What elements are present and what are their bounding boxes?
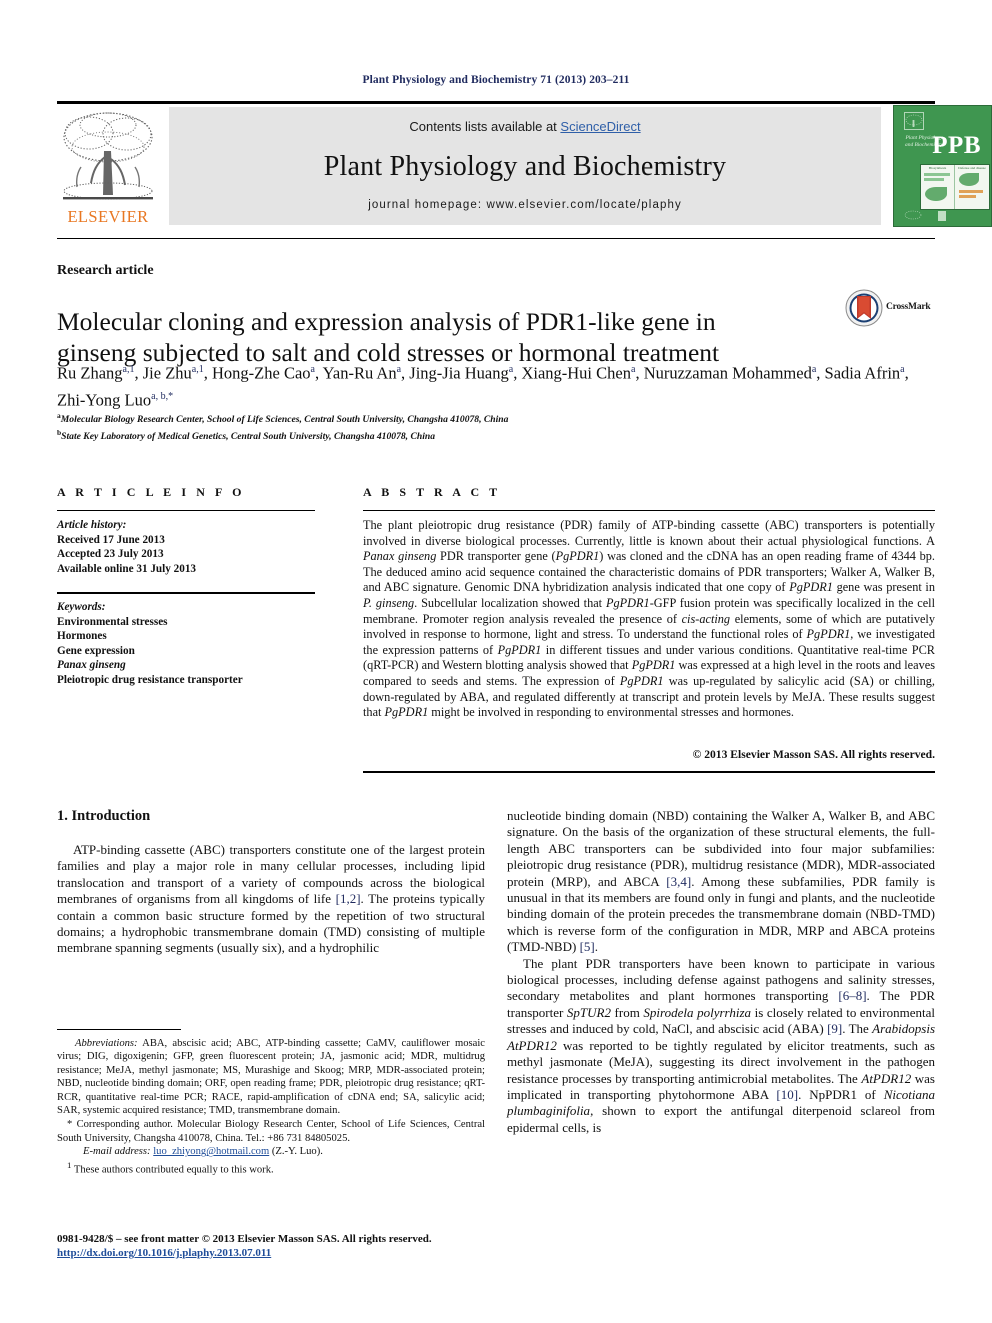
- corresponding-marker: *: [67, 1119, 73, 1131]
- author-affiliation-mark: a,1: [122, 364, 135, 375]
- cover-fig-left-caption: Biosynthesis: [928, 166, 947, 170]
- author-name: Zhi-Yong Luo: [57, 390, 152, 409]
- footnote-email: E-mail address: luo_zhiyong@hotmail.com …: [57, 1145, 485, 1158]
- author-name: Jing-Jia Huang: [409, 363, 509, 383]
- body-column-right: nucleotide binding domain (NBD) containi…: [507, 808, 935, 1136]
- keyword-items: Environmental stresses Hormones Gene expre…: [57, 615, 315, 688]
- email-label: E-mail address:: [83, 1146, 151, 1158]
- corresponding-text: Corresponding author. Molecular Biology …: [57, 1119, 485, 1144]
- abstract-label: A B S T R A C T: [363, 485, 501, 499]
- journal-masthead: ELSEVIER Contents lists available at Sci…: [57, 105, 992, 227]
- cover-mark: PPB: [932, 132, 981, 159]
- author-affiliation-mark: a: [900, 364, 905, 375]
- footnote-abbreviations: Abbreviations: ABA, abscisic acid; ABC, …: [57, 1037, 485, 1117]
- affiliation-list: aMolecular Biology Research Center, Scho…: [57, 409, 917, 443]
- keywords: Keywords: Environmental stresses Hormones…: [57, 600, 315, 687]
- body-column-left: 1. Introduction ATP-binding cassette (AB…: [57, 808, 485, 957]
- cover-footer-marks-icon: [904, 209, 950, 221]
- author-name: Sadia Afrin: [824, 363, 901, 383]
- article-history-item: Accepted 23 July 2013: [57, 548, 164, 560]
- article-history-item: Received 17 June 2013: [57, 533, 165, 546]
- abstract-rule-top: [363, 510, 935, 511]
- elsevier-logo: ELSEVIER: [57, 105, 159, 227]
- cover-fig-right-caption: Defense and disease: [958, 166, 986, 170]
- affiliation-item: bState Key Laboratory of Medical Genetic…: [57, 428, 435, 443]
- author-affiliation-mark: a: [310, 364, 315, 375]
- affiliation-item: aMolecular Biology Research Center, Scho…: [57, 411, 509, 426]
- journal-title: Plant Physiology and Biochemistry: [323, 151, 727, 182]
- journal-homepage[interactable]: journal homepage: www.elsevier.com/locat…: [169, 199, 881, 211]
- author-name: Ru Zhang: [57, 363, 123, 383]
- article-history-item: Available online 31 July 2013: [57, 562, 197, 575]
- crossmark-badge[interactable]: CrossMark: [845, 289, 937, 329]
- email-link[interactable]: luo_zhiyong@hotmail.com: [153, 1146, 269, 1157]
- cover-figure: Biosynthesis Defense and disease: [920, 164, 990, 210]
- crossmark-label: CrossMark: [886, 302, 931, 312]
- doi-link[interactable]: http://dx.doi.org/10.1016/j.plaphy.2013.…: [57, 1247, 271, 1259]
- abstract-text: The plant pleiotropic drug resistance (P…: [363, 518, 935, 720]
- author-affiliation-mark: a: [811, 364, 817, 375]
- sciencedirect-link[interactable]: ScienceDirect: [560, 119, 640, 134]
- keyword-item: Gene expression: [57, 644, 135, 657]
- keywords-label: Keywords:: [57, 601, 106, 613]
- issn-line: 0981-9428/$ – see front matter © 2013 El…: [57, 1233, 432, 1245]
- article-info-rule-mid: [57, 592, 315, 594]
- author-affiliation-mark: a: [396, 364, 402, 375]
- article-info-label: A R T I C L E I N F O: [57, 485, 246, 499]
- email-suffix: (Z.-Y. Luo).: [271, 1146, 323, 1158]
- author-affiliation-mark: a, b,*: [151, 390, 174, 402]
- masthead-top-rule: [57, 101, 935, 104]
- section-heading-introduction: 1. Introduction: [57, 808, 151, 824]
- keyword-item: Panax ginseng: [57, 659, 126, 671]
- body-paragraph: ATP-binding cassette (ABC) transporters …: [57, 842, 486, 956]
- author-affiliation-mark: a: [630, 364, 636, 375]
- journal-band: Contents lists available at ScienceDirec…: [169, 107, 881, 225]
- author-name: Xiang-Hui Chen: [521, 363, 631, 383]
- abstract-copyright: © 2013 Elsevier Masson SAS. All rights r…: [692, 748, 935, 761]
- footnote-block: Abbreviations: ABA, abscisic acid; ABC, …: [57, 1037, 485, 1177]
- article-history-label: Article history:: [57, 519, 127, 531]
- author-name: Yan-Ru An: [322, 363, 397, 383]
- cover-publisher-mark-icon: [904, 112, 924, 130]
- abbreviations-text: ABA, abscisic acid; ABC, ATP-binding cas…: [57, 1038, 485, 1117]
- author-name: Nuruzzaman Mohammed: [643, 363, 812, 383]
- abstract-rule-bottom: [363, 771, 935, 773]
- abstract-heading: A B S T R A C T: [363, 483, 935, 501]
- footnote-corresponding-author: * Corresponding author. Molecular Biolog…: [57, 1118, 485, 1145]
- article-type: Research article: [57, 263, 154, 278]
- author-name: Hong-Zhe Cao: [212, 363, 311, 383]
- article-info-heading: A R T I C L E I N F O: [57, 483, 315, 501]
- intro-paragraphs-left: ATP-binding cassette (ABC) transporters …: [57, 842, 485, 957]
- keyword-item: Pleiotropic drug resistance transporter: [57, 673, 243, 686]
- author-affiliation-mark: a: [508, 364, 514, 375]
- article-page: Plant Physiology and Biochemistry 71 (20…: [0, 0, 992, 1323]
- journal-cover-thumbnail[interactable]: Plant Physiology and Biochemistry PPB Bi…: [893, 105, 992, 227]
- body-paragraph: nucleotide binding domain (NBD) containi…: [507, 808, 935, 955]
- contents-prefix: Contents lists available at: [409, 119, 561, 134]
- running-head: Plant Physiology and Biochemistry 71 (20…: [362, 74, 630, 86]
- elsevier-wordmark: ELSEVIER: [67, 207, 149, 226]
- intro-paragraphs-right: nucleotide binding domain (NBD) containi…: [507, 808, 935, 1136]
- author-name: Jie Zhu: [142, 363, 192, 383]
- abbreviations-label: Abbreviations:: [75, 1038, 138, 1049]
- article-history: Article history: Received 17 June 2013 Ac…: [57, 518, 315, 576]
- imprint-block: 0981-9428/$ – see front matter © 2013 El…: [57, 1232, 527, 1260]
- article-history-items: Received 17 June 2013 Accepted 23 July 20…: [57, 533, 315, 577]
- footnote-rule: [57, 1029, 181, 1030]
- author-list: Ru Zhanga,1, Jie Zhua,1, Hong-Zhe Caoa, …: [57, 363, 909, 410]
- keyword-item: Environmental stresses: [57, 615, 168, 628]
- article-info-rule-top: [57, 510, 315, 511]
- equal-marker: 1: [67, 1159, 72, 1170]
- equal-text: These authors contributed equally to thi…: [73, 1164, 274, 1176]
- author-affiliation-mark: a,1: [191, 364, 204, 375]
- keyword-item: Hormones: [57, 630, 107, 642]
- contents-line: Contents lists available at ScienceDirec…: [169, 119, 881, 134]
- crossmark-icon: [845, 289, 883, 327]
- footnote-equal-contribution: 1 These authors contributed equally to t…: [57, 1159, 485, 1177]
- masthead-bottom-rule: [57, 238, 935, 239]
- elsevier-tree-icon: [63, 112, 153, 200]
- body-paragraph: The plant PDR transporters have been kno…: [507, 955, 936, 1135]
